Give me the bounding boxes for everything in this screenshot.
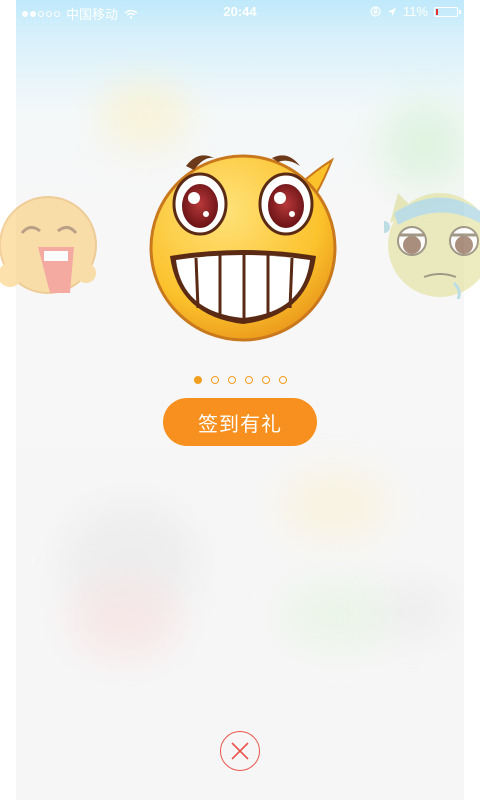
battery-icon	[434, 6, 461, 17]
sick-face-icon[interactable]	[384, 183, 480, 299]
background-blob	[380, 100, 470, 190]
background-blob	[280, 470, 390, 540]
screen: 中国移动 20:44 11% 签到有礼	[0, 0, 480, 800]
status-bar-right: 11%	[370, 4, 461, 19]
background-blob	[100, 80, 190, 150]
status-bar: 中国移动 20:44 11%	[16, 0, 464, 24]
page-dot[interactable]	[227, 376, 236, 384]
screen-edge-left	[0, 0, 16, 800]
crying-face-icon[interactable]	[0, 193, 110, 303]
signin-reward-button[interactable]: 签到有礼	[163, 398, 317, 446]
screen-edge-right	[464, 0, 480, 800]
page-indicator	[0, 376, 480, 384]
grinning-face-icon[interactable]	[148, 148, 342, 342]
page-dot[interactable]	[278, 376, 287, 384]
battery-fill	[436, 8, 438, 15]
background-blob	[380, 580, 450, 640]
battery-percent: 11%	[402, 4, 428, 19]
location-arrow-icon	[387, 7, 396, 16]
close-icon	[231, 742, 249, 760]
background-blob	[70, 580, 180, 660]
page-dot[interactable]	[244, 376, 253, 384]
page-dot[interactable]	[210, 376, 219, 384]
page-dot[interactable]	[261, 376, 270, 384]
page-dot[interactable]	[193, 376, 202, 384]
close-button[interactable]	[220, 731, 260, 771]
rotation-lock-icon	[370, 6, 381, 17]
